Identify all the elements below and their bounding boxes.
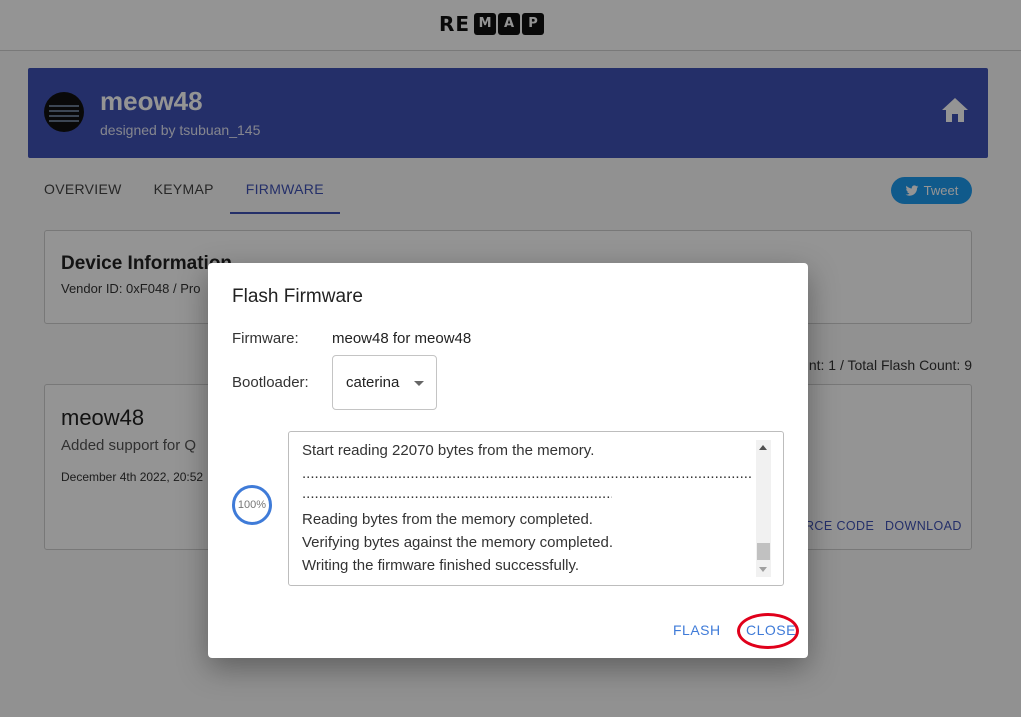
scroll-thumb[interactable]	[757, 543, 770, 560]
log-scrollbar[interactable]	[756, 440, 771, 577]
flash-firmware-dialog: Flash Firmware Firmware: meow48 for meow…	[208, 263, 808, 658]
firmware-value: meow48 for meow48	[332, 330, 472, 347]
dialog-title: Flash Firmware	[232, 286, 363, 307]
bootloader-label: Bootloader:	[232, 374, 309, 391]
log-line: Reading bytes from the memory completed.	[302, 511, 593, 528]
firmware-label: Firmware:	[232, 330, 299, 347]
bootloader-value: caterina	[346, 374, 400, 391]
log-line: ........................................…	[302, 465, 752, 482]
flash-log: Start reading 22070 bytes from the memor…	[288, 431, 784, 586]
log-line: ........................................…	[302, 485, 612, 502]
log-line: Writing the firmware finished successful…	[302, 557, 580, 574]
scroll-up-arrow-icon[interactable]	[759, 445, 767, 450]
bootloader-select[interactable]: caterina	[332, 355, 437, 410]
progress-indicator: 100%	[232, 485, 272, 525]
close-highlight-annotation	[737, 613, 799, 649]
scroll-down-arrow-icon[interactable]	[759, 567, 767, 572]
log-line: Start reading 22070 bytes from the memor…	[302, 442, 595, 459]
chevron-down-icon	[414, 381, 424, 386]
log-line: Verifying bytes against the memory compl…	[302, 534, 613, 551]
flash-button[interactable]: FLASH	[673, 622, 721, 638]
